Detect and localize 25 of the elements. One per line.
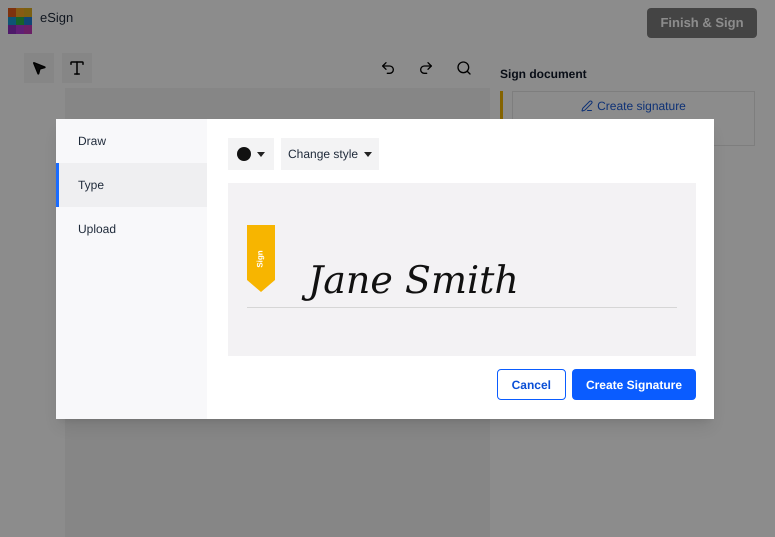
sign-tag: Sign [247, 225, 275, 292]
cancel-button[interactable]: Cancel [496, 369, 566, 400]
dialog-tab[interactable]: Draw [56, 119, 207, 163]
create-signature-link[interactable]: Create signature [581, 97, 686, 115]
app-title: eSign [40, 9, 74, 27]
redo-icon [418, 60, 434, 76]
logo-icon [8, 8, 32, 34]
dialog-tab[interactable]: Type [56, 163, 207, 207]
panel-title: Sign document [500, 66, 588, 83]
color-picker-button[interactable] [228, 138, 274, 170]
pointer-tool[interactable] [24, 53, 54, 83]
dialog-tab[interactable]: Upload [56, 207, 207, 251]
pen-icon [581, 100, 594, 112]
text-tool[interactable] [62, 53, 92, 83]
undo-icon [380, 60, 396, 76]
create-signature-button[interactable]: Create Signature [572, 369, 696, 400]
pointer-icon [31, 60, 47, 76]
change-style-button[interactable]: Change style [281, 138, 380, 170]
color-swatch-icon [237, 147, 251, 161]
search-icon [456, 60, 472, 76]
text-icon [68, 59, 86, 77]
typed-signature: Jane Smith [302, 256, 527, 305]
caret-icon [364, 152, 372, 156]
caret-icon [257, 152, 265, 156]
signature-pad[interactable]: Sign Jane Smith [228, 183, 696, 356]
